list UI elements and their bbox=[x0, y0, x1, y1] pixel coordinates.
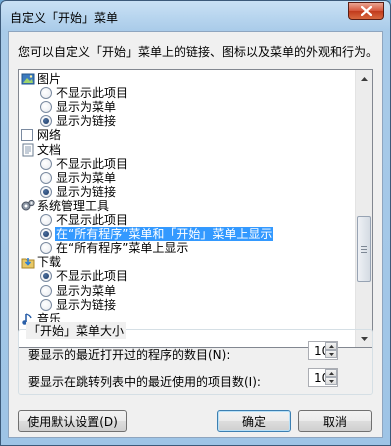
grip-icon bbox=[361, 246, 367, 255]
admin-tools-icon bbox=[21, 199, 35, 213]
radio-button[interactable] bbox=[40, 270, 52, 283]
group-title: 「开始」菜单大小 bbox=[26, 322, 127, 339]
down-arrow-icon bbox=[328, 379, 334, 383]
pictures-folder-icon bbox=[21, 72, 35, 86]
radio-button[interactable] bbox=[40, 157, 52, 170]
option-label: 在“所有程序”菜单和「开始」菜单上显示 bbox=[55, 227, 274, 242]
start-menu-size-group: 「开始」菜单大小 要显示的最近打开过的程序的数目(N): 10 要显示在跳转列表… bbox=[18, 322, 373, 395]
option-label: 显示为链接 bbox=[56, 297, 117, 312]
option-label: 不显示此项目 bbox=[56, 213, 129, 227]
radio-button[interactable] bbox=[40, 87, 52, 100]
vertical-scrollbar[interactable] bbox=[355, 70, 372, 347]
radio-button[interactable] bbox=[40, 284, 52, 297]
radio-button[interactable] bbox=[40, 115, 52, 128]
customize-start-menu-dialog: 自定义「开始」菜单 您可以自定义「开始」菜单上的链接、图标以及菜单的外观和行为。… bbox=[0, 0, 391, 446]
spin-down-button[interactable] bbox=[325, 350, 337, 358]
up-arrow-icon bbox=[328, 344, 334, 348]
spin-down-button[interactable] bbox=[325, 377, 337, 385]
radio-button[interactable] bbox=[40, 298, 52, 311]
spin-up-button[interactable] bbox=[325, 369, 337, 377]
up-arrow-icon bbox=[328, 371, 334, 375]
close-button[interactable] bbox=[348, 2, 384, 20]
scroll-up-arrow-icon bbox=[360, 76, 368, 81]
option-label: 不显示此项目 bbox=[56, 269, 129, 284]
title-bar[interactable]: 自定义「开始」菜单 bbox=[1, 1, 390, 32]
ok-button[interactable]: 确定 bbox=[217, 410, 291, 432]
window-title: 自定义「开始」菜单 bbox=[10, 11, 119, 25]
jump-list-label: 要显示在跳转列表中的最近使用的项目数(I): bbox=[28, 375, 261, 389]
radio-button[interactable] bbox=[40, 101, 52, 114]
option-label: 系统管理工具 bbox=[37, 198, 110, 213]
radio-button[interactable] bbox=[40, 171, 52, 184]
option-label: 网络 bbox=[37, 128, 62, 143]
recent-programs-label: 要显示的最近打开过的程序的数目(N): bbox=[28, 348, 231, 362]
option-label: 显示为菜单 bbox=[56, 283, 117, 298]
jump-list-spinner[interactable]: 10 bbox=[308, 368, 338, 387]
option-label: 显示为链接 bbox=[56, 114, 117, 129]
radio-button[interactable] bbox=[40, 228, 52, 241]
radio-button[interactable] bbox=[40, 242, 52, 255]
option-label: 文档 bbox=[37, 142, 62, 157]
radio-button[interactable] bbox=[40, 185, 52, 198]
use-default-settings-button[interactable]: 使用默认设置(D) bbox=[18, 410, 127, 432]
list-content: 图片 不显示此项目 显示为菜单 显示为链接 网络 文档 不显示此项目 显示为菜单 显示为链接 系统… bbox=[19, 72, 355, 347]
option-label: 不显示此项目 bbox=[56, 156, 129, 171]
documents-icon bbox=[21, 143, 35, 157]
radio-button[interactable] bbox=[40, 214, 52, 226]
cancel-button[interactable]: 取消 bbox=[298, 410, 372, 432]
checkbox[interactable] bbox=[21, 129, 33, 142]
option-label: 显示为链接 bbox=[56, 184, 117, 199]
option-label: 在“所有程序”菜单上显示 bbox=[56, 241, 189, 256]
option-label: 图片 bbox=[37, 72, 62, 86]
intro-text: 您可以自定义「开始」菜单上的链接、图标以及菜单的外观和行为。 bbox=[18, 45, 379, 59]
down-arrow-icon bbox=[328, 352, 334, 356]
start-menu-items-list[interactable]: 图片 不显示此项目 显示为菜单 显示为链接 网络 文档 不显示此项目 显示为菜单 显示为链接 系统… bbox=[18, 69, 373, 348]
scrollbar-thumb[interactable] bbox=[357, 216, 371, 282]
dialog-body: 您可以自定义「开始」菜单上的链接、图标以及菜单的外观和行为。 图片 不显示此项目显… bbox=[8, 31, 383, 438]
option-label: 显示为菜单 bbox=[56, 100, 117, 115]
spin-up-button[interactable] bbox=[325, 342, 337, 350]
scroll-up-button[interactable] bbox=[356, 70, 372, 87]
option-label: 显示为菜单 bbox=[56, 170, 117, 185]
option-label: 下载 bbox=[37, 255, 62, 270]
recent-programs-spinner[interactable]: 10 bbox=[308, 341, 338, 360]
option-label: 不显示此项目 bbox=[56, 86, 129, 101]
close-icon bbox=[360, 6, 372, 16]
downloads-icon bbox=[21, 255, 35, 269]
